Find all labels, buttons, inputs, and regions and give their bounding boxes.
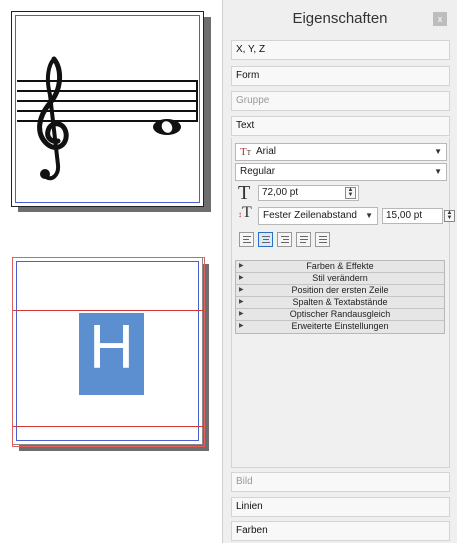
- font-size-icon: T: [238, 182, 251, 204]
- section-xyz[interactable]: X, Y, Z: [231, 40, 450, 60]
- chevron-down-icon: ▼: [434, 167, 442, 176]
- font-family-value: Arial: [256, 146, 277, 157]
- expand-arrow-icon: ▶: [239, 275, 244, 281]
- panel-title: Eigenschaften: [292, 10, 388, 27]
- accordion-optischer-randausgleich[interactable]: ▶ Optischer Randausgleich: [236, 309, 444, 321]
- font-type-icon: TT: [240, 146, 252, 158]
- page-2[interactable]: H: [12, 257, 205, 447]
- align-left-icon[interactable]: [239, 232, 254, 247]
- font-family-select[interactable]: TT Arial ▼: [235, 143, 447, 161]
- section-linien[interactable]: Linien: [231, 497, 450, 517]
- accordion-position-erste-zeile[interactable]: ▶ Position der ersten Zeile: [236, 285, 444, 297]
- whole-note-icon[interactable]: [152, 118, 182, 136]
- expand-arrow-icon: ▶: [239, 311, 244, 317]
- section-form[interactable]: Form: [231, 66, 450, 86]
- accordion-farben-effekte[interactable]: ▶ Farben & Effekte: [236, 261, 444, 273]
- line-spacing-mode-value: Fester Zeilenabstand: [263, 210, 357, 221]
- accordion-spalten-textabstaende[interactable]: ▶ Spalten & Textabstände: [236, 297, 444, 309]
- section-farben[interactable]: Farben: [231, 521, 450, 541]
- line-spacing-field[interactable]: 15,00 pt: [382, 208, 443, 224]
- accordion-label: Position der ersten Zeile: [291, 285, 389, 295]
- font-style-value: Regular: [240, 166, 276, 177]
- align-justify-all-icon[interactable]: [315, 232, 330, 247]
- align-justify-icon[interactable]: [296, 232, 311, 247]
- line-spacing-icon: ↕T: [238, 204, 252, 221]
- section-gruppe[interactable]: Gruppe: [231, 91, 450, 111]
- chevron-down-icon: ▼: [434, 147, 442, 156]
- expand-arrow-icon: ▶: [239, 323, 244, 329]
- font-size-field[interactable]: 72,00 pt ▲ ▼: [258, 185, 359, 201]
- page-bleed-guide: [12, 257, 205, 447]
- accordion-label: Erweiterte Einstellungen: [291, 321, 389, 331]
- section-bild[interactable]: Bild: [231, 472, 450, 492]
- line-spacing-value: 15,00 pt: [386, 210, 423, 221]
- document-canvas[interactable]: H: [0, 0, 222, 543]
- text-subsections: ▶ Farben & Effekte ▶ Stil verändern ▶ Posit…: [235, 260, 445, 334]
- treble-clef-icon[interactable]: [32, 55, 72, 185]
- spinner-icon[interactable]: ▲ ▼: [444, 210, 455, 222]
- text-section-body: TT Arial ▼ Regular ▼ T 72,00 pt ▲ ▼ ↕T Fe…: [231, 138, 455, 468]
- staff-end-bar: [196, 80, 198, 122]
- chevron-down-icon: ▼: [365, 211, 373, 220]
- align-right-icon[interactable]: [277, 232, 292, 247]
- accordion-label: Spalten & Textabstände: [292, 297, 388, 307]
- align-center-icon[interactable]: [258, 232, 273, 247]
- properties-panel: Eigenschaften x X, Y, Z Form Gruppe Text…: [222, 0, 457, 543]
- line-spacing-mode-select[interactable]: Fester Zeilenabstand ▼: [258, 207, 378, 225]
- expand-arrow-icon: ▶: [239, 263, 244, 269]
- expand-arrow-icon: ▶: [239, 299, 244, 305]
- accordion-label: Optischer Randausgleich: [289, 309, 391, 319]
- section-text[interactable]: Text: [231, 116, 450, 136]
- page-1[interactable]: [11, 11, 204, 207]
- font-size-value: 72,00 pt: [262, 187, 299, 198]
- spinner-icon[interactable]: ▲ ▼: [345, 187, 356, 199]
- font-style-select[interactable]: Regular ▼: [235, 163, 447, 181]
- expand-arrow-icon: ▶: [239, 287, 244, 293]
- accordion-label: Farben & Effekte: [306, 261, 374, 271]
- accordion-erweiterte-einstellungen[interactable]: ▶ Erweiterte Einstellungen: [236, 321, 444, 333]
- accordion-stil-veraendern[interactable]: ▶ Stil verändern: [236, 273, 444, 285]
- accordion-label: Stil verändern: [312, 273, 368, 283]
- close-button[interactable]: x: [433, 12, 447, 26]
